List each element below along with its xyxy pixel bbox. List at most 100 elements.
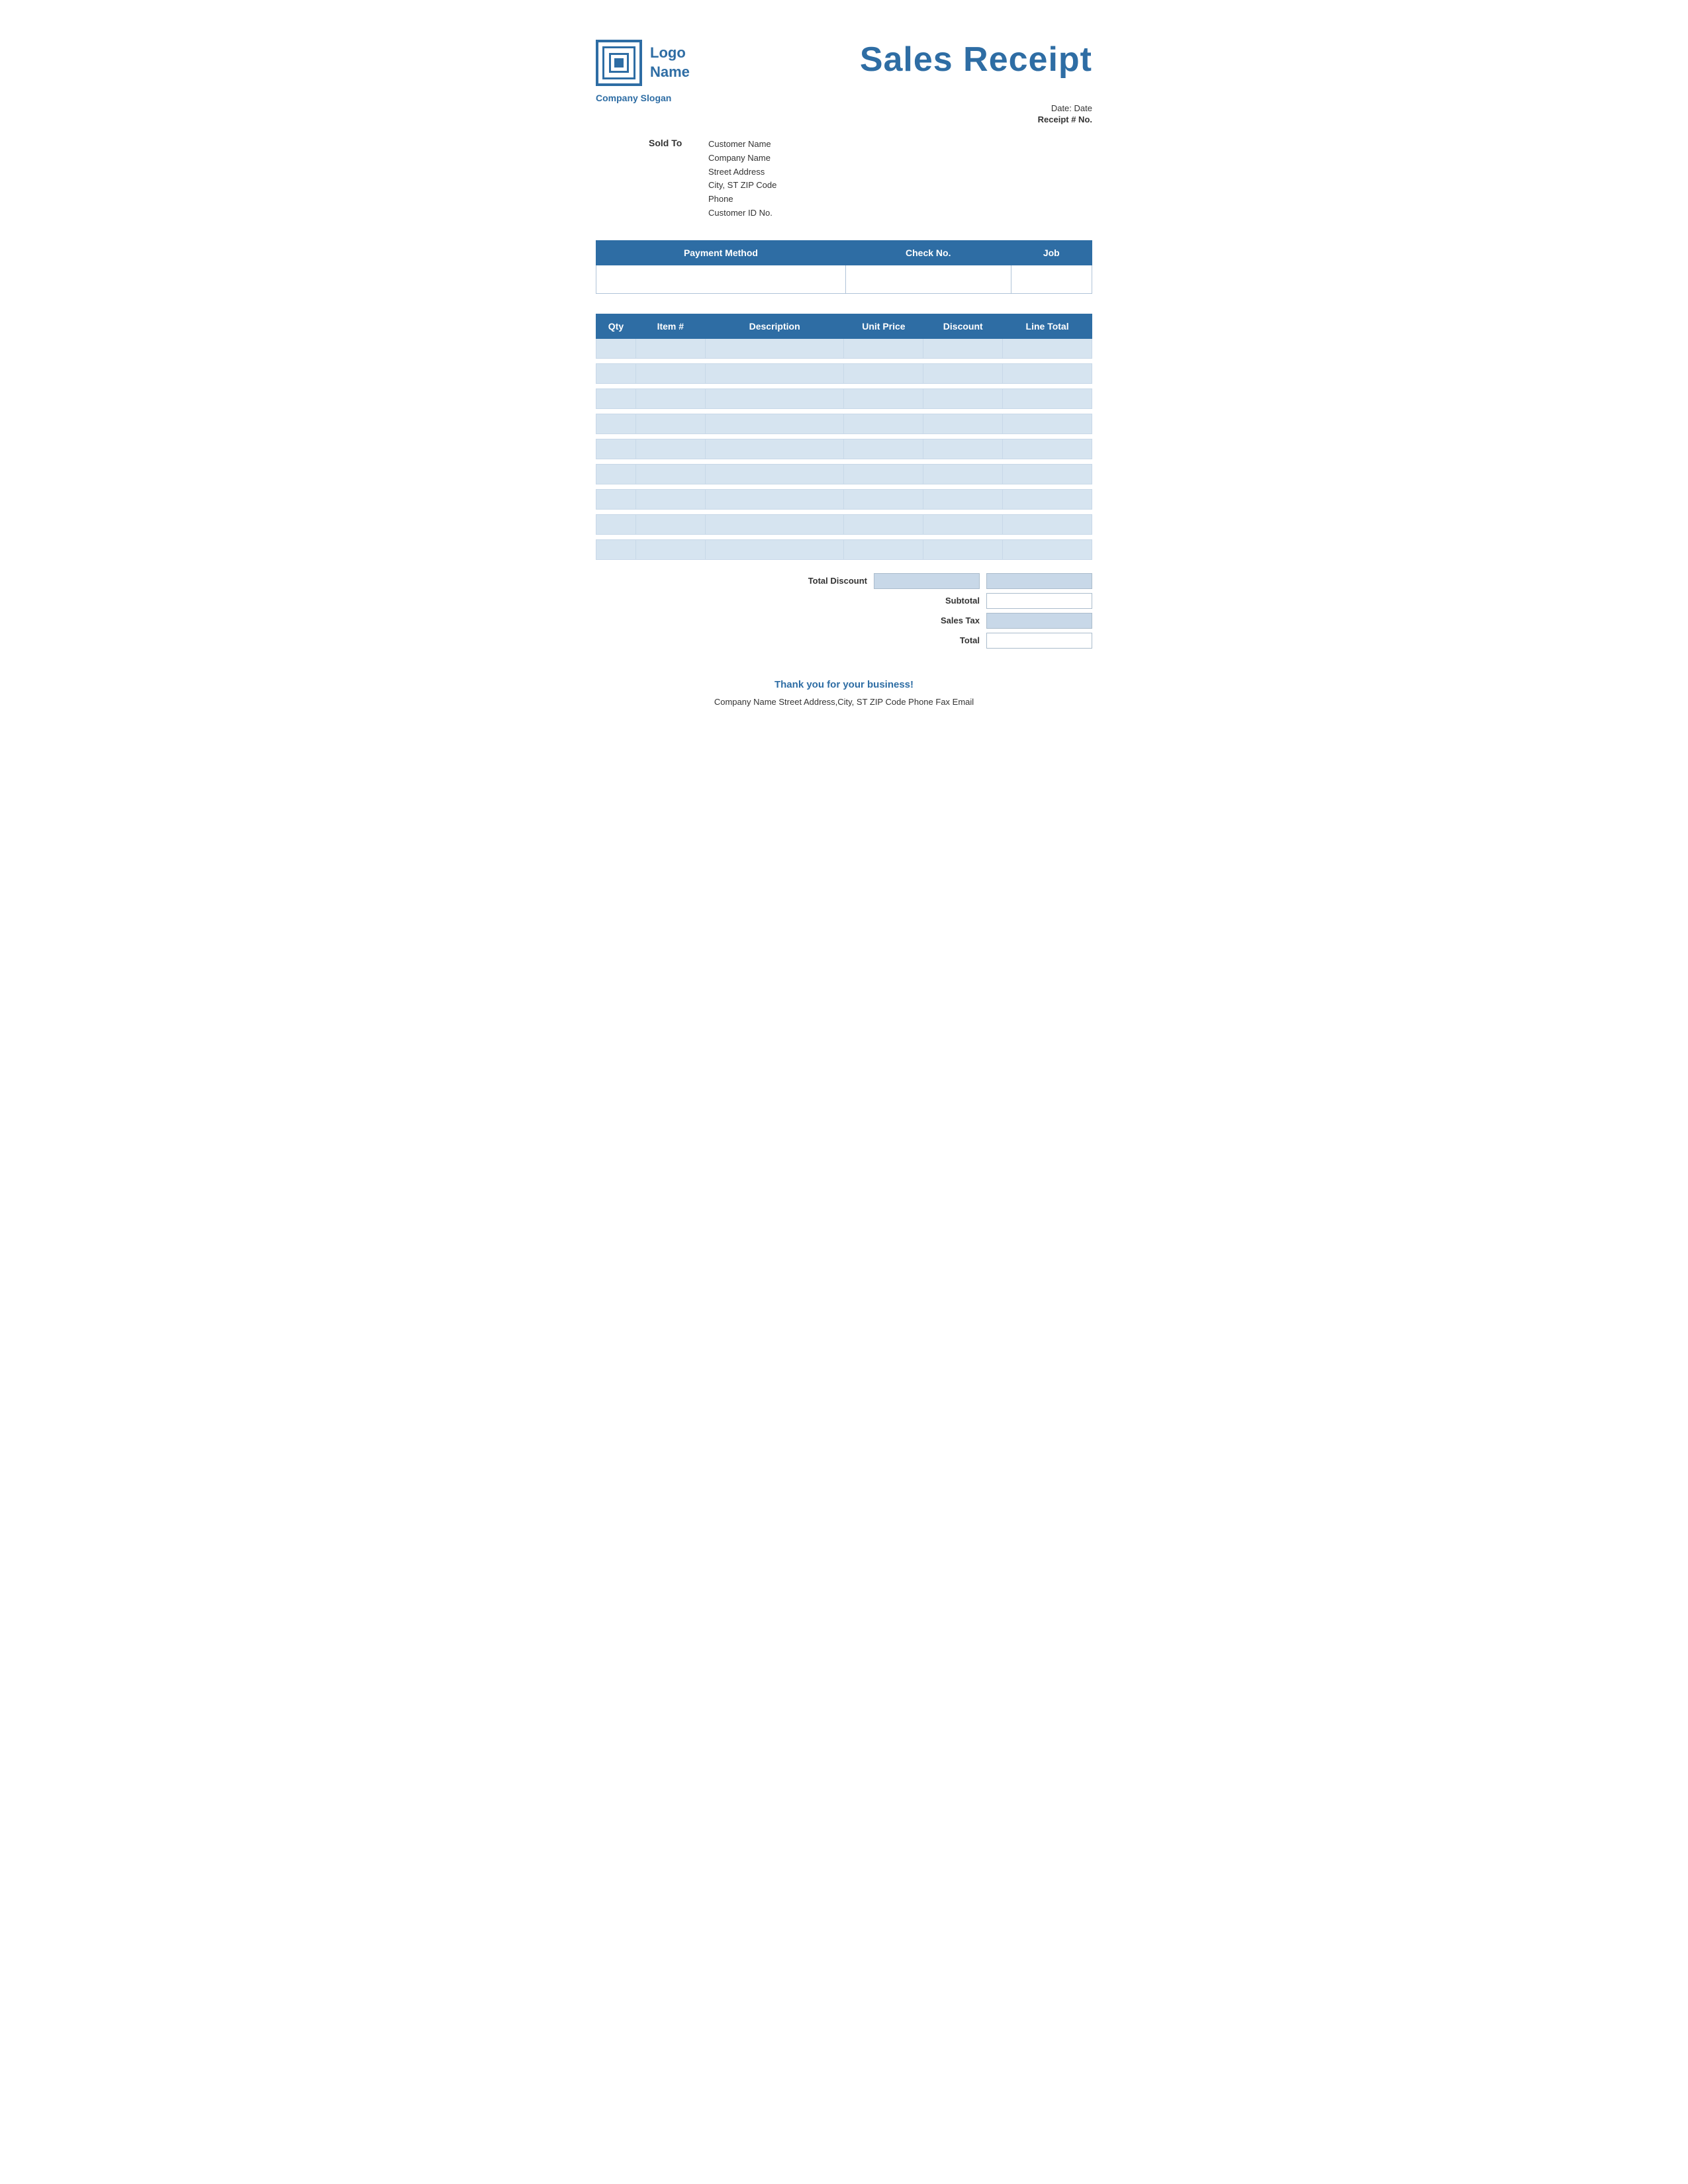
spacer-row xyxy=(596,484,1092,489)
table-cell xyxy=(705,414,844,433)
table-cell xyxy=(705,514,844,534)
page: Logo Name Sales Receipt Company Slogan D… xyxy=(563,13,1125,741)
table-cell xyxy=(1003,439,1092,459)
total-discount-value-box xyxy=(874,573,980,589)
sold-to-section: Sold To Customer Name Company Name Stree… xyxy=(596,138,1092,220)
sales-tax-label: Sales Tax xyxy=(880,615,980,625)
table-cell xyxy=(635,514,705,534)
table-row xyxy=(596,414,1092,433)
sales-tax-value-box xyxy=(986,613,1092,629)
table-cell xyxy=(635,539,705,559)
sold-to-label: Sold To xyxy=(649,138,702,220)
table-row xyxy=(596,464,1092,484)
table-cell xyxy=(635,363,705,383)
spacer-row xyxy=(596,383,1092,388)
thank-you-message: Thank you for your business! xyxy=(596,679,1092,690)
table-cell xyxy=(596,439,636,459)
table-row xyxy=(596,514,1092,534)
city-state-zip: City, ST ZIP Code xyxy=(708,179,776,193)
total-label: Total xyxy=(880,635,980,645)
table-cell xyxy=(923,414,1003,433)
phone: Phone xyxy=(708,193,776,206)
job-header: Job xyxy=(1011,240,1092,265)
table-cell xyxy=(923,514,1003,534)
table-cell xyxy=(596,363,636,383)
table-cell xyxy=(705,338,844,358)
table-cell xyxy=(844,439,923,459)
title-section: Sales Receipt xyxy=(860,40,1092,79)
spacer-row xyxy=(596,358,1092,363)
spacer-row xyxy=(596,459,1092,464)
total-value-box xyxy=(986,633,1092,649)
spacer-row xyxy=(596,433,1092,439)
total-discount-row: Total Discount xyxy=(768,573,1092,589)
table-cell xyxy=(635,338,705,358)
items-table: Qty Item # Description Unit Price Discou… xyxy=(596,314,1092,560)
payment-method-cell xyxy=(596,265,846,293)
table-cell xyxy=(635,388,705,408)
table-cell xyxy=(635,439,705,459)
date-value: Date xyxy=(1074,103,1092,113)
table-cell xyxy=(844,489,923,509)
discount-header: Discount xyxy=(923,314,1003,338)
total-discount-label: Total Discount xyxy=(768,576,867,586)
sales-tax-row: Sales Tax xyxy=(880,613,1092,629)
date-line: Date: Date xyxy=(596,103,1092,113)
logo-text: Logo Name xyxy=(650,44,690,81)
customer-info: Customer Name Company Name Street Addres… xyxy=(708,138,776,220)
table-cell xyxy=(923,338,1003,358)
table-cell xyxy=(596,388,636,408)
check-no-header: Check No. xyxy=(845,240,1011,265)
table-cell xyxy=(596,539,636,559)
table-cell xyxy=(844,388,923,408)
table-cell xyxy=(705,489,844,509)
table-cell xyxy=(705,439,844,459)
table-cell xyxy=(635,464,705,484)
receipt-number: Receipt # No. xyxy=(596,114,1092,124)
table-cell xyxy=(1003,539,1092,559)
customer-name: Customer Name xyxy=(708,138,776,152)
table-cell xyxy=(844,539,923,559)
description-header: Description xyxy=(705,314,844,338)
table-cell xyxy=(923,439,1003,459)
payment-table: Payment Method Check No. Job xyxy=(596,240,1092,294)
qty-header: Qty xyxy=(596,314,636,338)
table-row xyxy=(596,539,1092,559)
table-cell xyxy=(1003,338,1092,358)
table-row xyxy=(596,489,1092,509)
spacer-row xyxy=(596,509,1092,514)
table-cell xyxy=(844,338,923,358)
table-cell xyxy=(923,464,1003,484)
spacer-row xyxy=(596,408,1092,414)
table-cell xyxy=(596,489,636,509)
company-name: Company Name xyxy=(708,152,776,165)
totals-section: Total Discount Subtotal Sales Tax Total xyxy=(596,573,1092,653)
table-cell xyxy=(1003,414,1092,433)
street-address: Street Address xyxy=(708,165,776,179)
table-cell xyxy=(596,338,636,358)
table-cell xyxy=(923,539,1003,559)
table-cell xyxy=(844,514,923,534)
spacer-row xyxy=(596,534,1092,539)
table-cell xyxy=(1003,489,1092,509)
line-total-header: Line Total xyxy=(1003,314,1092,338)
table-cell xyxy=(844,363,923,383)
table-row xyxy=(596,388,1092,408)
date-section: Date: Date Receipt # No. xyxy=(596,103,1092,124)
table-cell xyxy=(705,464,844,484)
company-slogan: Company Slogan xyxy=(596,93,1092,103)
date-label: Date: xyxy=(1051,103,1072,113)
payment-method-header: Payment Method xyxy=(596,240,846,265)
table-cell xyxy=(1003,363,1092,383)
table-cell xyxy=(635,414,705,433)
table-cell xyxy=(596,414,636,433)
payment-row xyxy=(596,265,1092,293)
table-cell xyxy=(1003,464,1092,484)
table-cell xyxy=(596,464,636,484)
table-row xyxy=(596,439,1092,459)
table-cell xyxy=(923,388,1003,408)
page-title: Sales Receipt xyxy=(860,40,1092,79)
total-discount-extra-box xyxy=(986,573,1092,589)
table-cell xyxy=(705,388,844,408)
table-cell xyxy=(1003,388,1092,408)
